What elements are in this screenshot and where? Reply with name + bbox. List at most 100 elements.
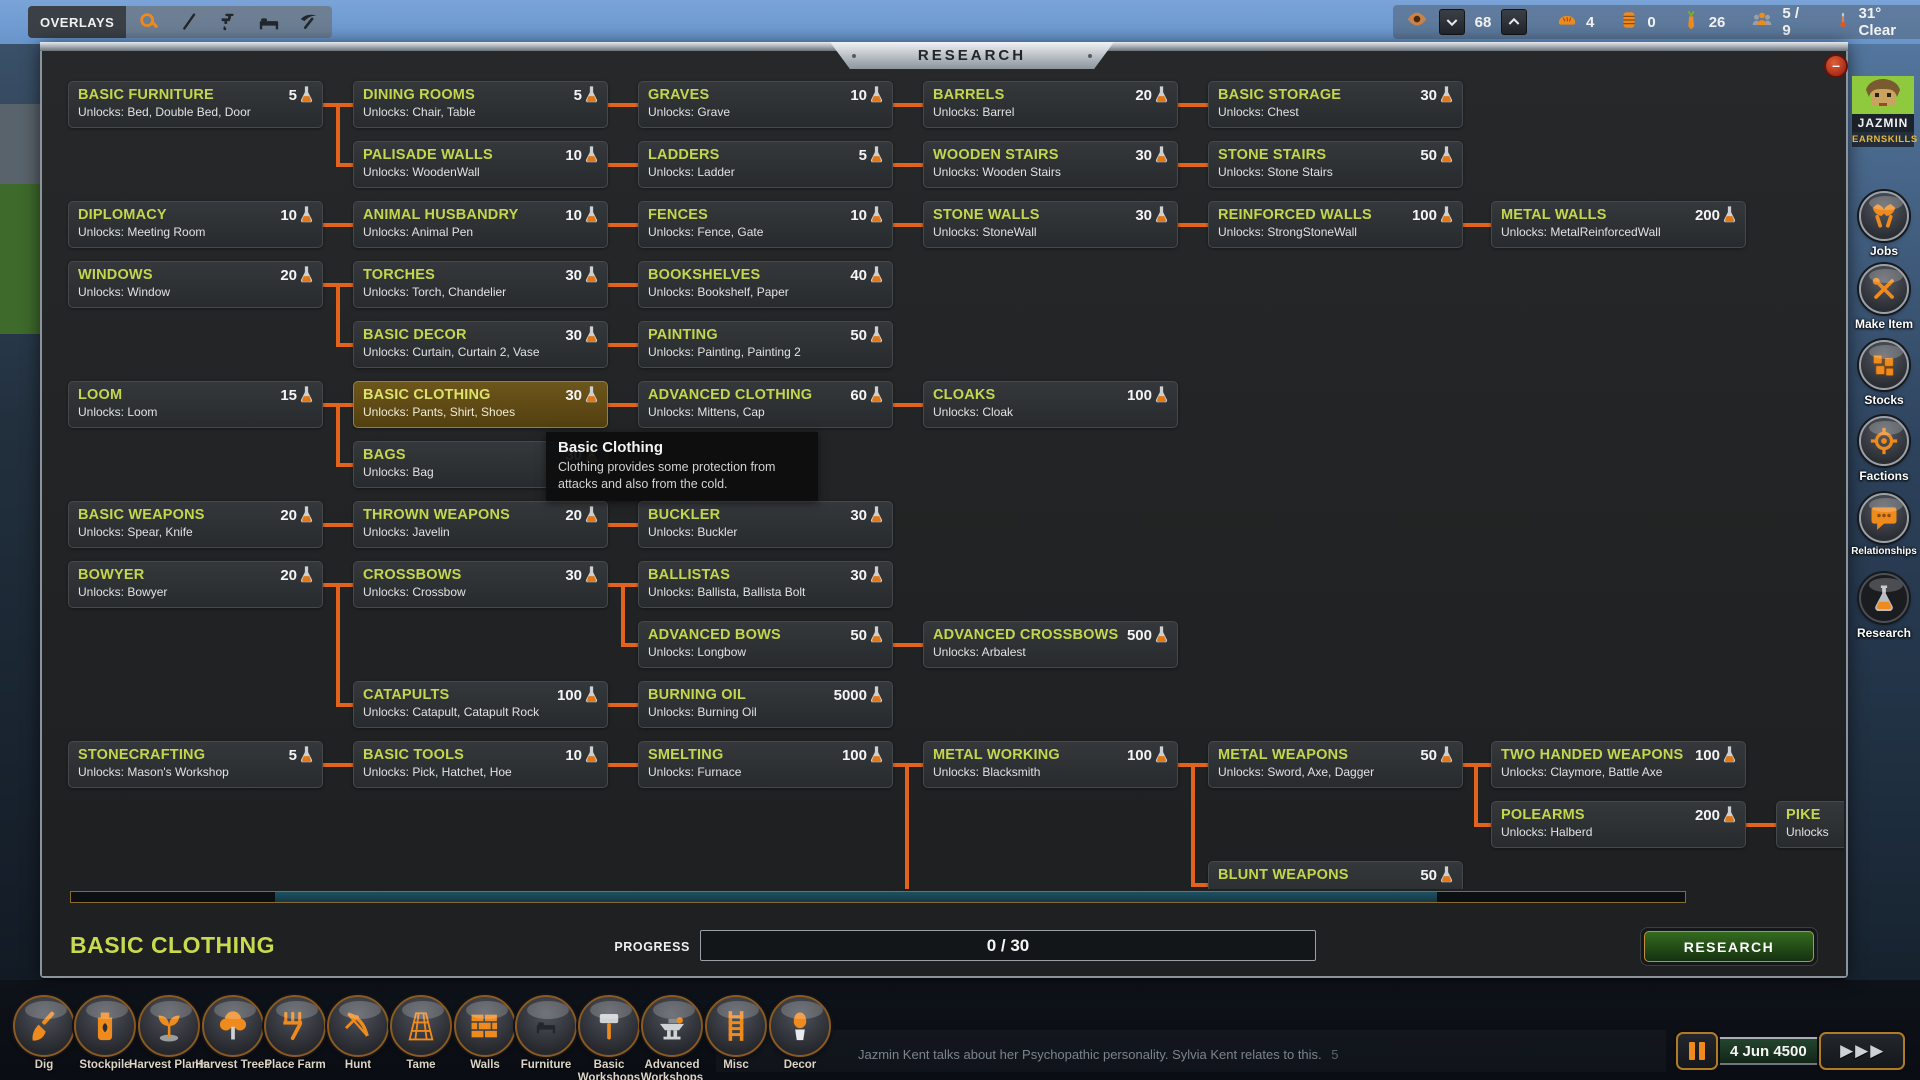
sidebar-item-stocks[interactable]: Stocks — [1846, 340, 1920, 407]
research-node-dining-rooms[interactable]: DINING ROOMS5Unlocks: Chair, Table — [353, 81, 608, 128]
speech-bubble-icon — [1859, 493, 1909, 543]
research-node-buckler[interactable]: BUCKLER30Unlocks: Buckler — [638, 501, 893, 548]
pickaxe-icon[interactable] — [296, 9, 322, 35]
research-node-blunt-weapons[interactable]: BLUNT WEAPONS50 — [1208, 861, 1463, 889]
water-icon[interactable] — [216, 9, 242, 35]
research-node-torches[interactable]: TORCHES30Unlocks: Torch, Chandelier — [353, 261, 608, 308]
research-tree: BASIC FURNITURE5Unlocks: Bed, Double Bed… — [42, 58, 1844, 889]
research-node-cloaks[interactable]: CLOAKS100Unlocks: Cloak — [923, 381, 1178, 428]
research-node-stonecrafting[interactable]: STONECRAFTING5Unlocks: Mason's Workshop — [68, 741, 323, 788]
toolbar-item-decor[interactable]: Decor — [754, 995, 846, 1072]
research-node-stone-walls[interactable]: STONE WALLS30Unlocks: StoneWall — [923, 201, 1178, 248]
research-node-smelting[interactable]: SMELTING100Unlocks: Furnace — [638, 741, 893, 788]
research-node-polearms[interactable]: POLEARMS200Unlocks: Halberd — [1491, 801, 1746, 848]
research-node-two-handed-weapons[interactable]: TWO HANDED WEAPONS100Unlocks: Claymore, … — [1491, 741, 1746, 788]
node-cost: 50 — [850, 627, 867, 644]
speed-buttons[interactable]: ▶▶▶ — [1819, 1032, 1905, 1070]
sidebar-item-make-item[interactable]: Make Item — [1846, 264, 1920, 331]
research-node-stone-stairs[interactable]: STONE STAIRS50Unlocks: Stone Stairs — [1208, 141, 1463, 188]
research-node-advanced-crossbows[interactable]: ADVANCED CROSSBOWS500Unlocks: Arbalest — [923, 621, 1178, 668]
research-node-basic-tools[interactable]: BASIC TOOLS10Unlocks: Pick, Hatchet, Hoe — [353, 741, 608, 788]
play-icon[interactable]: ▶ — [1840, 1041, 1853, 1061]
tree-connector — [340, 703, 353, 707]
research-node-graves[interactable]: GRAVES10Unlocks: Grave — [638, 81, 893, 128]
sidebar-item-research[interactable]: Research — [1846, 573, 1920, 640]
research-button[interactable]: RESEARCH — [1640, 927, 1818, 966]
research-node-painting[interactable]: PAINTING50Unlocks: Painting, Painting 2 — [638, 321, 893, 368]
colonist-subtab[interactable]: EARNSKILLS — [1852, 132, 1914, 147]
research-node-loom[interactable]: LOOM15Unlocks: Loom — [68, 381, 323, 428]
flask-icon — [1859, 573, 1909, 623]
magnifier-icon[interactable] — [136, 9, 162, 35]
research-node-animal-husbandry[interactable]: ANIMAL HUSBANDRY10Unlocks: Animal Pen — [353, 201, 608, 248]
eye-icon[interactable] — [1405, 9, 1429, 36]
research-node-reinforced-walls[interactable]: REINFORCED WALLS100Unlocks: StrongStoneW… — [1208, 201, 1463, 248]
research-node-catapults[interactable]: CATAPULTS100Unlocks: Catapult, Catapult … — [353, 681, 608, 728]
research-node-bookshelves[interactable]: BOOKSHELVES40Unlocks: Bookshelf, Paper — [638, 261, 893, 308]
research-node-basic-decor[interactable]: BASIC DECOR30Unlocks: Curtain, Curtain 2… — [353, 321, 608, 368]
node-header: SMELTING100 — [648, 746, 883, 764]
node-unlocks: Unlocks: Pick, Hatchet, Hoe — [363, 765, 598, 779]
tooltip: Basic Clothing Clothing provides some pr… — [546, 432, 818, 501]
research-node-fences[interactable]: FENCES10Unlocks: Fence, Gate — [638, 201, 893, 248]
research-node-basic-furniture[interactable]: BASIC FURNITURE5Unlocks: Bed, Double Bed… — [68, 81, 323, 128]
node-unlocks: Unlocks: MetalReinforcedWall — [1501, 225, 1736, 239]
horizontal-scrollbar[interactable] — [70, 891, 1686, 903]
event-ticker[interactable]: Jazmin Kent talks about her Psychopathic… — [858, 1047, 1339, 1062]
play-icon[interactable]: ▶ — [1855, 1041, 1868, 1061]
tree-connector — [323, 523, 353, 527]
sidebar-item-jobs[interactable]: Jobs — [1846, 191, 1920, 258]
progress-bar: 0 / 30 — [700, 930, 1316, 961]
research-node-crossbows[interactable]: CROSSBOWS30Unlocks: Crossbow — [353, 561, 608, 608]
tree-connector — [1746, 823, 1776, 827]
close-button[interactable]: – — [1824, 54, 1848, 78]
colonist-portrait[interactable]: JAZMIN EARNSKILLS — [1852, 76, 1914, 147]
research-node-burning-oil[interactable]: BURNING OIL5000Unlocks: Burning Oil — [638, 681, 893, 728]
research-node-metal-working[interactable]: METAL WORKING100Unlocks: Blacksmith — [923, 741, 1178, 788]
time-controls: 4 Jun 4500 ▶▶▶ — [1676, 1032, 1905, 1070]
research-node-barrels[interactable]: BARRELS20Unlocks: Barrel — [923, 81, 1178, 128]
node-header: LADDERS5 — [648, 146, 883, 164]
sidebar-item-label: Relationships — [1846, 546, 1920, 557]
research-node-basic-clothing[interactable]: BASIC CLOTHING30Unlocks: Pants, Shirt, S… — [353, 381, 608, 428]
research-node-windows[interactable]: WINDOWS20Unlocks: Window — [68, 261, 323, 308]
node-name: SMELTING — [648, 747, 842, 763]
bed-icon[interactable] — [256, 9, 282, 35]
research-node-ballistas[interactable]: BALLISTAS30Unlocks: Ballista, Ballista B… — [638, 561, 893, 608]
flask-cost-icon — [870, 746, 883, 764]
research-node-pike[interactable]: PIKEUnlocks — [1776, 801, 1844, 848]
node-header: BOOKSHELVES40 — [648, 266, 883, 284]
research-node-basic-weapons[interactable]: BASIC WEAPONS20Unlocks: Spear, Knife — [68, 501, 323, 548]
blade-icon[interactable] — [176, 9, 202, 35]
research-node-thrown-weapons[interactable]: THROWN WEAPONS20Unlocks: Javelin — [353, 501, 608, 548]
sidebar-item-label: Stocks — [1846, 393, 1920, 407]
tree-connector — [893, 223, 923, 227]
pause-button[interactable] — [1676, 1032, 1718, 1070]
play-icon[interactable]: ▶ — [1870, 1041, 1883, 1061]
node-name: REINFORCED WALLS — [1218, 207, 1412, 223]
research-node-basic-storage[interactable]: BASIC STORAGE30Unlocks: Chest — [1208, 81, 1463, 128]
research-node-diplomacy[interactable]: DIPLOMACY10Unlocks: Meeting Room — [68, 201, 323, 248]
overlays-button[interactable]: OVERLAYS — [28, 6, 126, 38]
scrollbar-thumb[interactable] — [275, 892, 1437, 902]
node-header: ANIMAL HUSBANDRY10 — [363, 206, 598, 224]
research-node-bowyer[interactable]: BOWYER20Unlocks: Bowyer — [68, 561, 323, 608]
flask-cost-icon — [300, 386, 313, 404]
research-node-metal-weapons[interactable]: METAL WEAPONS50Unlocks: Sword, Axe, Dagg… — [1208, 741, 1463, 788]
chevron-up-button[interactable] — [1501, 9, 1527, 35]
research-node-ladders[interactable]: LADDERS5Unlocks: Ladder — [638, 141, 893, 188]
research-node-metal-walls[interactable]: METAL WALLS200Unlocks: MetalReinforcedWa… — [1491, 201, 1746, 248]
research-node-palisade-walls[interactable]: PALISADE WALLS10Unlocks: WoodenWall — [353, 141, 608, 188]
node-unlocks: Unlocks: Ladder — [648, 165, 883, 179]
research-node-advanced-clothing[interactable]: ADVANCED CLOTHING60Unlocks: Mittens, Cap — [638, 381, 893, 428]
research-node-wooden-stairs[interactable]: WOODEN STAIRS30Unlocks: Wooden Stairs — [923, 141, 1178, 188]
node-name: TWO HANDED WEAPONS — [1501, 747, 1695, 763]
node-name: BLUNT WEAPONS — [1218, 867, 1420, 883]
research-node-advanced-bows[interactable]: ADVANCED BOWS50Unlocks: Longbow — [638, 621, 893, 668]
crossed-tools-icon — [1859, 264, 1909, 314]
node-name: BARRELS — [933, 87, 1135, 103]
chevron-down-button[interactable] — [1439, 9, 1465, 35]
node-cost: 200 — [1695, 807, 1720, 824]
sidebar-item-relationships[interactable]: Relationships — [1846, 493, 1920, 557]
sidebar-item-factions[interactable]: Factions — [1846, 416, 1920, 483]
